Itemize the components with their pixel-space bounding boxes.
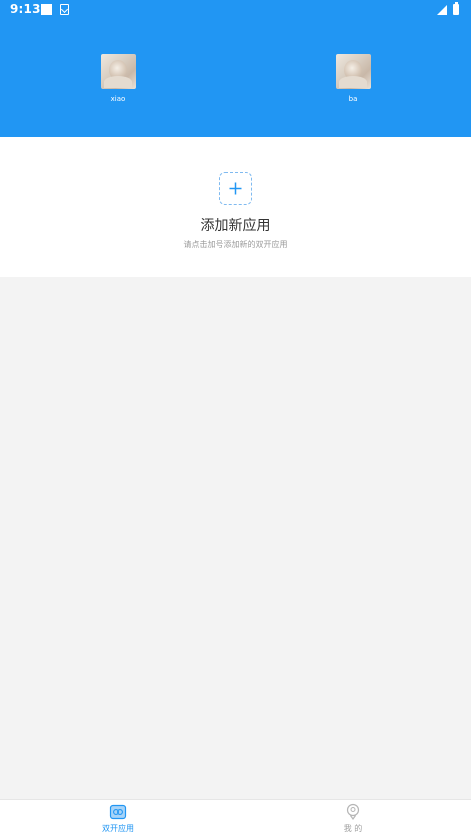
- tab-dual-apps-label: 双开应用: [102, 824, 134, 833]
- signal-icon: [437, 5, 447, 15]
- avatar: [100, 54, 136, 89]
- clone-app-name: ba: [348, 95, 358, 103]
- bottom-navigation: 双开应用 我 的: [0, 799, 471, 837]
- status-bar: 9:13: [0, 0, 471, 20]
- app-notification-icon: [60, 4, 69, 15]
- dual-app-icon: [109, 804, 127, 820]
- clone-app-xiao[interactable]: xiao: [88, 54, 148, 103]
- avatar: [335, 54, 371, 89]
- square-notification-icon: [41, 4, 52, 15]
- battery-icon: [453, 2, 459, 15]
- tab-dual-apps[interactable]: 双开应用: [78, 803, 158, 834]
- add-app-button[interactable]: [219, 172, 252, 205]
- add-app-title: 添加新应用: [200, 218, 271, 234]
- profile-icon: [346, 803, 360, 821]
- status-time: 9:13: [10, 2, 41, 16]
- add-app-subtitle: 请点击加号添加新的双开应用: [183, 240, 288, 249]
- clone-app-name: xiao: [110, 95, 126, 103]
- tab-profile[interactable]: 我 的: [313, 803, 393, 834]
- plus-icon: [229, 182, 242, 195]
- clone-app-ba[interactable]: ba: [323, 54, 383, 103]
- header-area: 9:13 xiao ba: [0, 0, 471, 137]
- app-screen: 9:13 xiao ba 添加新应用 请点击加号添加新的双开应用 双开应用 我 …: [0, 0, 471, 837]
- tab-profile-label: 我 的: [343, 824, 363, 833]
- add-app-card: 添加新应用 请点击加号添加新的双开应用: [0, 137, 471, 277]
